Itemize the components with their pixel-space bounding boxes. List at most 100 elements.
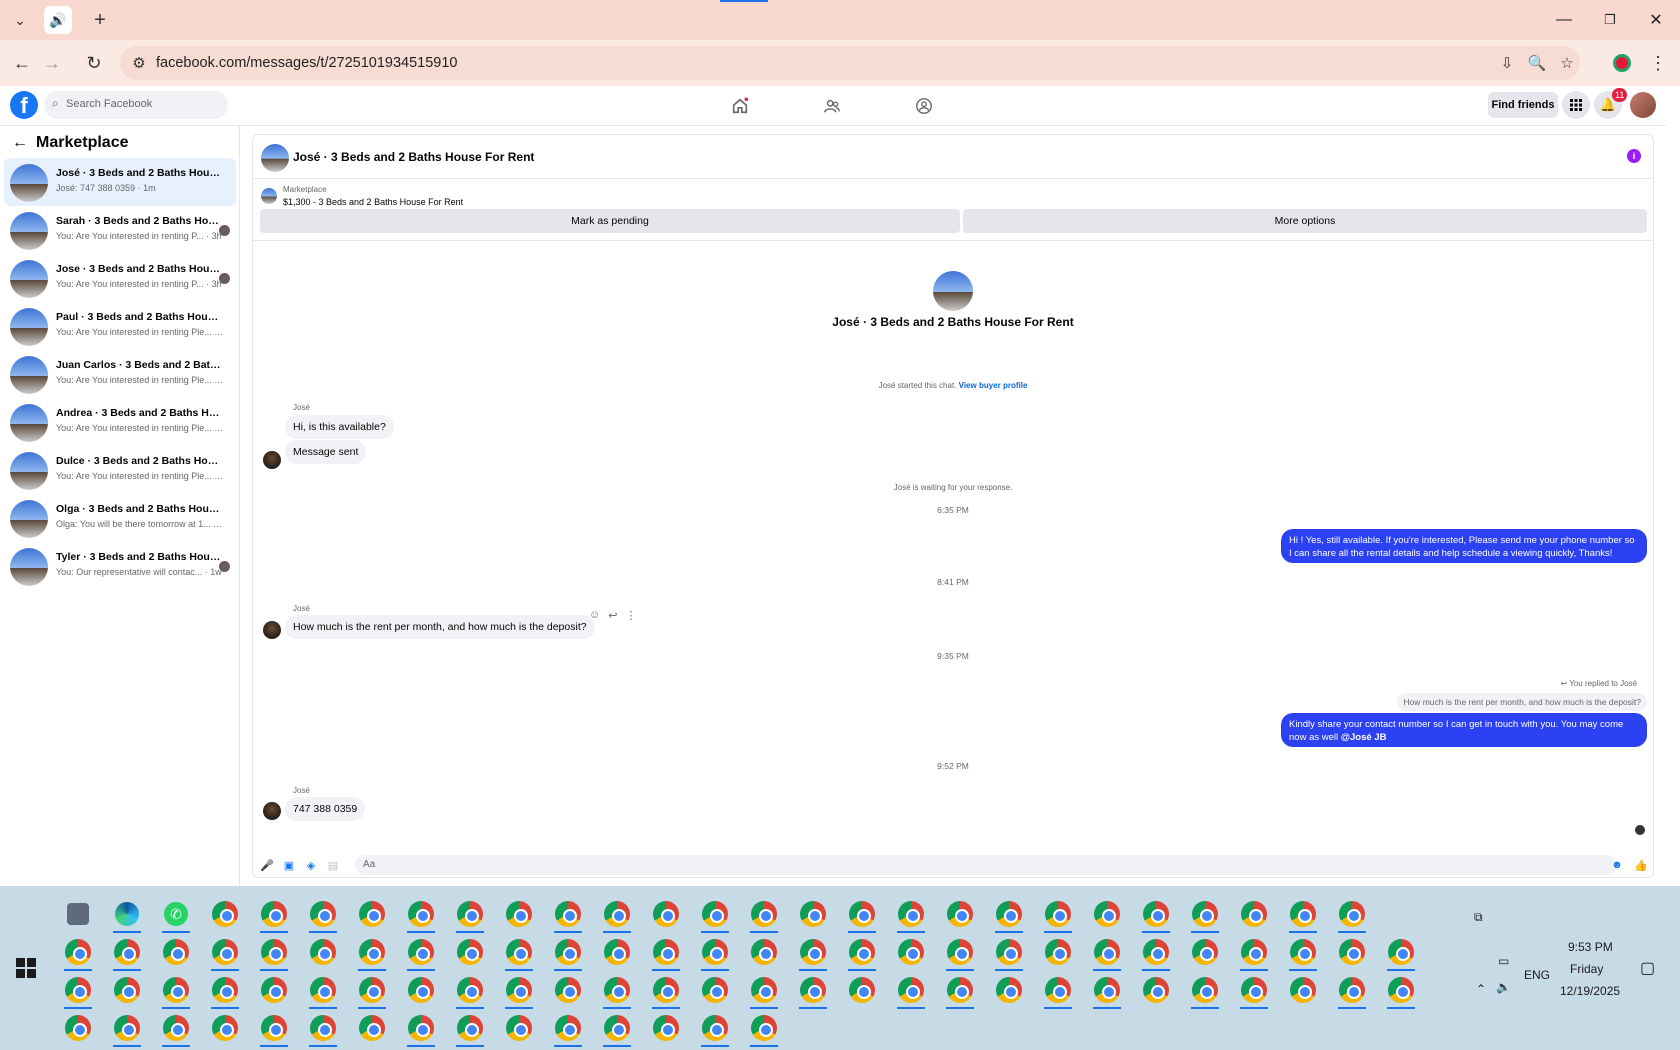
taskbar-app-icon[interactable] <box>889 972 933 1009</box>
chat-title[interactable]: José · 3 Beds and 2 Baths House For Rent <box>293 150 534 164</box>
taskbar-app-icon[interactable] <box>693 934 737 971</box>
conversation-item[interactable]: Dulce · 3 Beds and 2 Baths House ... You:… <box>4 446 236 494</box>
taskbar-app-icon[interactable] <box>1379 934 1423 971</box>
bookmark-star-icon[interactable]: ☆ <box>1556 53 1578 73</box>
taskbar-app-icon[interactable] <box>938 972 982 1009</box>
taskbar-app-icon[interactable] <box>742 934 786 970</box>
minimize-icon[interactable]: — <box>1544 8 1584 32</box>
mention[interactable]: @José JB <box>1341 732 1387 743</box>
restore-icon[interactable]: ❐ <box>1590 8 1630 32</box>
taskbar-app-icon[interactable] <box>987 972 1031 1008</box>
language-indicator[interactable]: ENG <box>1524 968 1550 982</box>
taskbar-app-icon[interactable] <box>1183 934 1227 970</box>
taskbar-app-icon[interactable] <box>889 896 933 933</box>
taskbar-app-icon[interactable] <box>399 1010 443 1047</box>
taskbar-app-icon[interactable] <box>1134 972 1178 1008</box>
taskbar-app-icon[interactable] <box>1036 934 1080 970</box>
taskbar-app-icon[interactable] <box>105 934 149 971</box>
sender-avatar[interactable] <box>263 621 281 639</box>
taskbar-app-icon[interactable] <box>742 896 786 933</box>
taskbar-app-icon[interactable] <box>1232 972 1276 1009</box>
taskbar-app-icon[interactable] <box>595 896 639 933</box>
conversation-item[interactable]: Tyler · 3 Beds and 2 Baths Hous... You: O… <box>4 542 236 590</box>
meet-now-icon[interactable]: ⧉ <box>1474 910 1483 925</box>
taskbar-app-icon[interactable] <box>595 934 639 970</box>
close-window-icon[interactable]: ✕ <box>1636 8 1676 32</box>
taskbar-app-icon[interactable] <box>350 896 394 932</box>
taskbar-app-icon[interactable] <box>448 1010 492 1047</box>
taskbar-app-icon[interactable] <box>546 896 590 933</box>
sender-avatar[interactable] <box>263 451 281 469</box>
taskbar-app-icon[interactable] <box>154 972 198 1009</box>
taskbar-app-icon[interactable] <box>399 972 443 1008</box>
taskbar-app-icon[interactable] <box>301 934 345 970</box>
taskbar-app-icon[interactable] <box>252 934 296 971</box>
taskbar-app-icon[interactable] <box>105 1010 149 1047</box>
browser-menu-icon[interactable]: ⋮ <box>1644 49 1672 77</box>
emoji-icon[interactable]: ☻ <box>1609 857 1625 873</box>
page-scrollbar[interactable] <box>1666 86 1680 886</box>
new-tab-plus-icon[interactable]: + <box>86 6 114 34</box>
taskbar-app-icon[interactable] <box>595 1010 639 1047</box>
taskbar-app-icon[interactable] <box>350 934 394 971</box>
taskbar-app-icon[interactable] <box>350 1010 394 1046</box>
tab-audio-icon[interactable]: 🔊 <box>44 6 72 34</box>
back-arrow-icon[interactable]: ← <box>8 49 36 77</box>
taskbar-app-icon[interactable] <box>497 934 541 971</box>
install-app-icon[interactable]: ⇩ <box>1496 53 1518 73</box>
taskbar-app-icon[interactable] <box>1379 972 1423 1009</box>
taskbar-app-icon[interactable] <box>693 972 737 1008</box>
taskbar-app-icon[interactable] <box>742 972 786 1009</box>
notification-center-icon[interactable]: ▢ <box>1640 958 1655 978</box>
like-thumb-icon[interactable]: 👍 <box>1633 857 1649 873</box>
outgoing-message[interactable]: Kindly share your contact number so I ca… <box>1281 713 1647 747</box>
taskbar-app-icon[interactable] <box>1085 934 1129 971</box>
taskbar-app-icon[interactable] <box>399 896 443 933</box>
taskbar-app-icon[interactable] <box>1036 896 1080 933</box>
clock-day[interactable]: Friday <box>1570 962 1603 976</box>
taskbar-app-icon[interactable] <box>105 972 149 1008</box>
facebook-logo-icon[interactable]: f <box>10 91 38 119</box>
listing-thumbnail[interactable] <box>261 144 289 172</box>
taskbar-app-icon[interactable] <box>203 934 247 971</box>
more-actions-icon[interactable]: ⋮ <box>625 609 636 622</box>
address-bar[interactable]: ⚙ facebook.com/messages/t/27251019345159… <box>120 46 1580 80</box>
tab-search-chevron-icon[interactable]: ⌄ <box>6 6 34 34</box>
listing-price[interactable]: $1,300 - 3 Beds and 2 Baths House For Re… <box>283 197 463 207</box>
show-hidden-icons-chevron-icon[interactable]: ⌃ <box>1476 982 1486 996</box>
taskbar-app-icon[interactable] <box>987 896 1031 933</box>
site-info-icon[interactable]: ⚙ <box>128 53 150 73</box>
taskbar-app-icon[interactable] <box>546 1010 590 1047</box>
forward-arrow-icon[interactable]: → <box>38 49 66 77</box>
taskbar-app-icon[interactable] <box>301 972 345 1009</box>
taskbar-app-icon[interactable] <box>644 934 688 971</box>
taskbar-app-icon[interactable] <box>203 896 247 932</box>
taskbar-app-icon[interactable] <box>546 972 590 1008</box>
outgoing-message[interactable]: Hi ! Yes, still available. If you're int… <box>1281 529 1647 563</box>
taskbar-app-icon[interactable] <box>1085 896 1129 932</box>
taskbar-app-icon[interactable]: ✆ <box>154 896 198 933</box>
incoming-message[interactable]: How much is the rent per month, and how … <box>285 615 595 639</box>
windows-start-icon[interactable] <box>16 958 36 978</box>
taskbar-app-icon[interactable] <box>693 896 737 933</box>
taskbar-app-icon[interactable] <box>791 972 835 1009</box>
taskbar-app-icon[interactable] <box>448 934 492 970</box>
groups-icon[interactable] <box>910 92 938 120</box>
tray-device-icon[interactable]: ▭ <box>1498 954 1509 968</box>
message-input[interactable]: Aa <box>355 855 1617 875</box>
taskbar-app-icon[interactable] <box>1281 972 1325 1008</box>
quoted-message[interactable]: How much is the rent per month, and how … <box>1397 693 1647 711</box>
taskbar-app-icon[interactable] <box>497 1010 541 1046</box>
clock-date[interactable]: 12/19/2025 <box>1560 984 1620 998</box>
view-buyer-profile-link[interactable]: View buyer profile <box>959 381 1028 390</box>
taskbar-app-icon[interactable] <box>203 1010 247 1046</box>
profile-avatar[interactable] <box>1630 92 1656 118</box>
facebook-search-input[interactable]: ⌕ Search Facebook <box>44 91 228 119</box>
menu-grid-icon[interactable] <box>1562 91 1590 119</box>
friends-icon[interactable] <box>818 92 846 120</box>
taskbar-app-icon[interactable] <box>252 972 296 1008</box>
conversation-item[interactable]: Olga · 3 Beds and 2 Baths House F... Olga… <box>4 494 236 542</box>
taskbar-app-icon[interactable] <box>1281 896 1325 933</box>
taskbar-app-icon[interactable] <box>301 1010 345 1047</box>
taskbar-app-icon[interactable] <box>252 896 296 933</box>
